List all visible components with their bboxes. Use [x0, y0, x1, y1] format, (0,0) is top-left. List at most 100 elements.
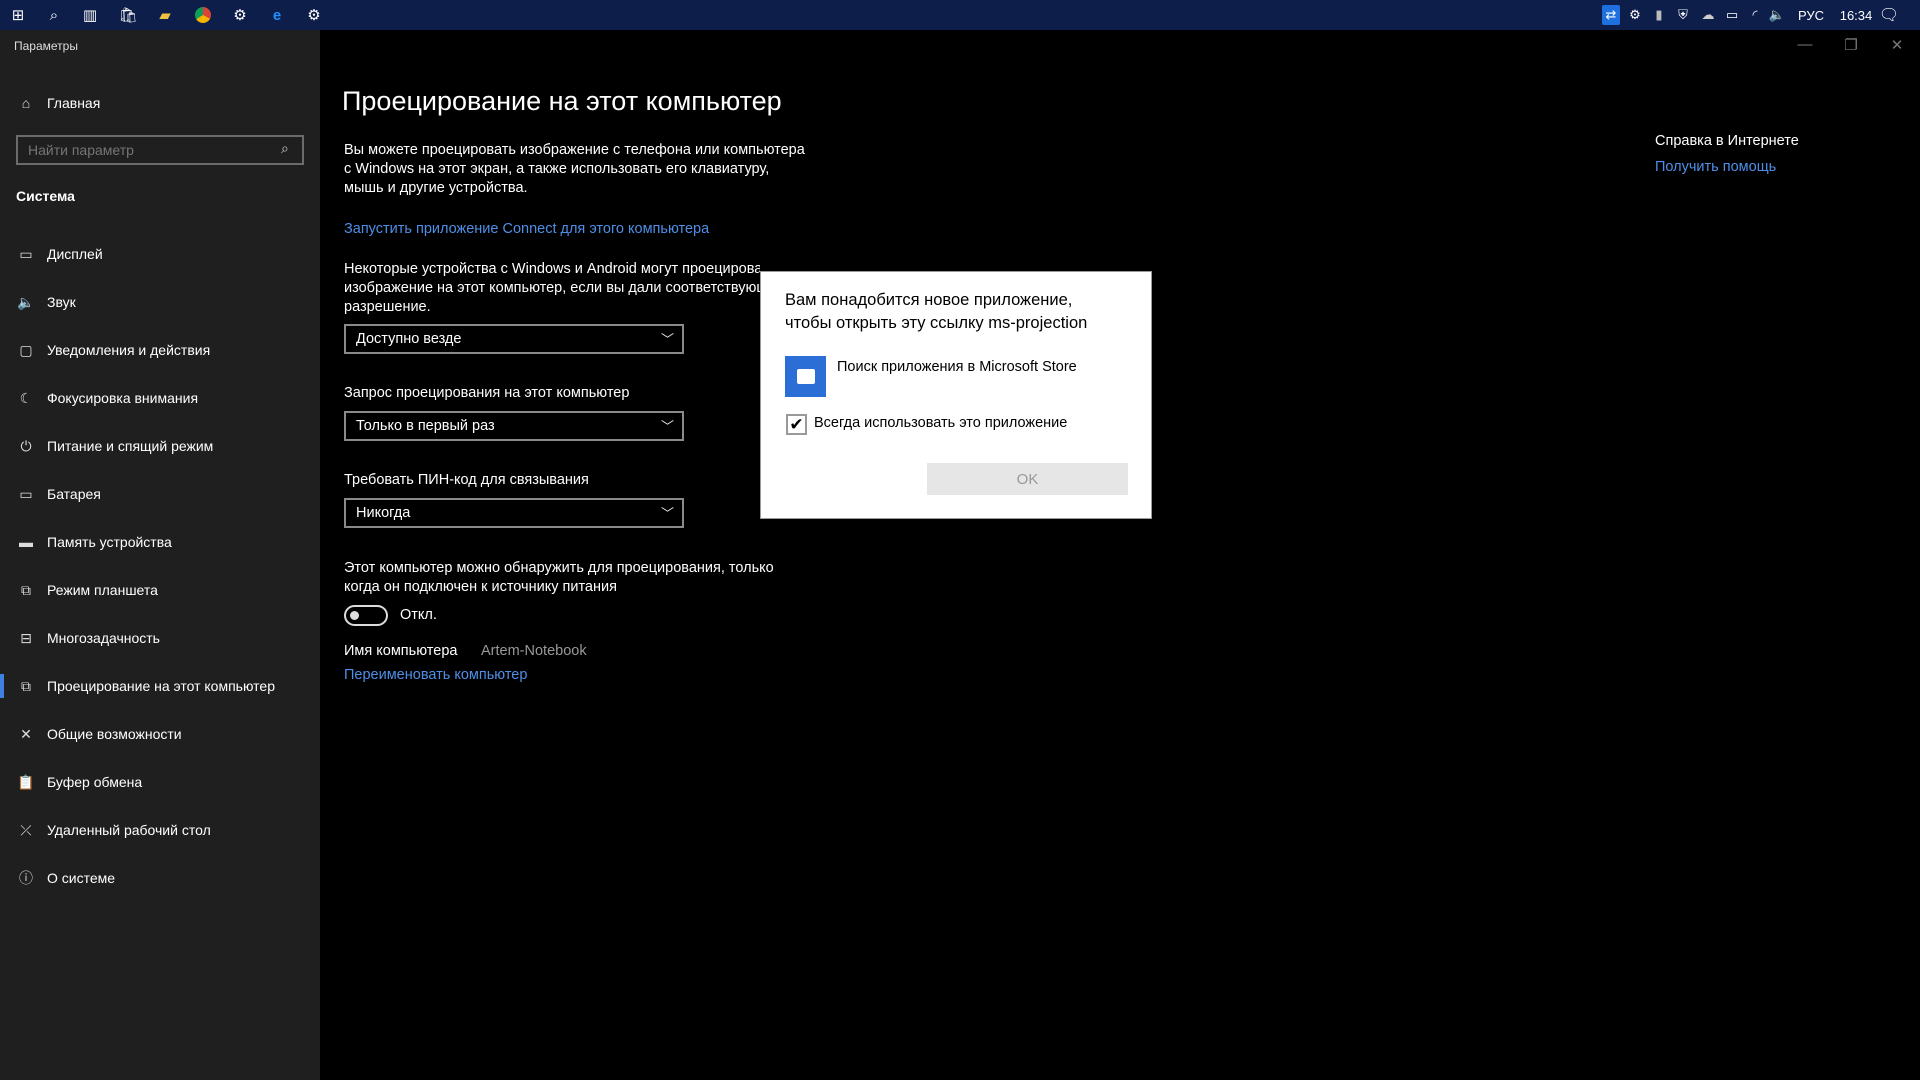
sidebar-item-battery[interactable]: ▭ Батарея: [0, 474, 320, 514]
ok-button[interactable]: OK: [927, 463, 1128, 495]
chevron-down-icon: ﹀: [660, 332, 674, 347]
sidebar-item-home[interactable]: ⌂ Главная: [0, 83, 320, 123]
discover-text: Этот компьютер можно обнаружить для прое…: [344, 559, 774, 597]
paragraph-line: изображение на этот компьютер, если вы д…: [344, 280, 760, 296]
description-line: мышь и другие устройства.: [344, 180, 528, 196]
sidebar-item-label: Удаленный рабочий стол: [47, 822, 211, 838]
volume-icon[interactable]: 🔈: [1768, 5, 1786, 25]
store-icon[interactable]: 🛍: [116, 3, 140, 27]
sidebar-item-label: Фокусировка внимания: [47, 390, 199, 406]
page-title: Проецирование на этот компьютер: [342, 86, 782, 116]
window-title: Параметры: [14, 39, 78, 53]
restore-button[interactable]: ❐: [1836, 36, 1866, 56]
storage-icon: ▬: [19, 534, 33, 550]
chevron-down-icon: ﹀: [660, 506, 674, 521]
chrome-icon[interactable]: [191, 3, 215, 27]
description-line: с Windows на этот экран, а также использ…: [344, 161, 770, 177]
pc-name-value: Artem-Notebook: [481, 643, 587, 659]
wifi-icon[interactable]: ◜: [1746, 5, 1764, 25]
sidebar-item-label: Многозадачность: [47, 630, 160, 646]
get-help-link[interactable]: Получить помощь: [1655, 159, 1776, 175]
connect-app-link[interactable]: Запустить приложение Connect для этого к…: [344, 221, 709, 237]
sidebar-item-label: Звук: [47, 294, 76, 310]
close-button[interactable]: ✕: [1882, 36, 1912, 56]
search-input[interactable]: [16, 135, 304, 165]
info-icon: ⓘ: [19, 870, 33, 886]
clipboard-icon: 📋: [17, 773, 35, 790]
steam-icon[interactable]: ⚙: [228, 3, 252, 27]
action-center-icon[interactable]: 🗨: [1878, 5, 1900, 25]
search-icon[interactable]: ⌕: [281, 140, 289, 157]
dropdown-value: Никогда: [356, 505, 411, 521]
onedrive-icon[interactable]: ☁: [1698, 5, 1718, 25]
toggle-knob: [350, 611, 359, 620]
sidebar-item-storage[interactable]: ▬ Память устройства: [0, 522, 320, 562]
home-icon: ⌂: [21, 95, 31, 111]
projecting-icon: ⧉: [21, 677, 31, 694]
sidebar-item-display[interactable]: ▭ Дисплей: [0, 234, 320, 274]
availability-dropdown[interactable]: Доступно везде ﹀: [344, 324, 684, 354]
minimize-button[interactable]: —: [1790, 36, 1820, 56]
battery-icon[interactable]: ▭: [1722, 5, 1742, 25]
sidebar-item-focus-moon[interactable]: ☾ Фокусировка внимания: [0, 378, 320, 418]
toggle-state: Откл.: [400, 607, 437, 623]
pin-label: Требовать ПИН-код для связывания: [344, 472, 589, 488]
sidebar-item-label: Общие возможности: [47, 726, 182, 742]
file-explorer-icon[interactable]: ▰: [153, 3, 177, 27]
teamviewer-icon[interactable]: ⇄: [1602, 5, 1620, 25]
power-icon: ⏻: [20, 437, 32, 454]
sidebar-item-label: Батарея: [47, 486, 101, 502]
description: Вы можете проецировать изображение с тел…: [344, 141, 805, 198]
usb-icon[interactable]: ▮: [1650, 5, 1668, 25]
task-view-icon[interactable]: ▥: [78, 3, 102, 27]
edge-icon[interactable]: e: [265, 3, 289, 27]
request-label: Запрос проецирования на этот компьютер: [344, 385, 630, 401]
sidebar-item-label: Буфер обмена: [47, 774, 143, 790]
open-with-dialog: Вам понадобится новое приложение, чтобы …: [760, 271, 1152, 519]
rename-pc-link[interactable]: Переименовать компьютер: [344, 667, 527, 683]
defender-icon[interactable]: ⛨: [1674, 5, 1692, 25]
dropdown-value: Только в первый раз: [356, 418, 495, 434]
windows-start-icon[interactable]: ⊞: [6, 3, 30, 27]
always-use-checkbox[interactable]: ✔: [786, 414, 807, 435]
store-search-option[interactable]: Поиск приложения в Microsoft Store: [785, 356, 1150, 398]
pin-dropdown[interactable]: Никогда ﹀: [344, 498, 684, 528]
sidebar-item-projecting[interactable]: ⧉ Проецирование на этот компьютер: [0, 666, 320, 706]
permission-paragraph: Некоторые устройства с Windows и Android…: [344, 260, 760, 317]
sidebar-item-sound[interactable]: 🔈 Звук: [0, 282, 320, 322]
paragraph-line: разрешение.: [344, 299, 431, 315]
focus-moon-icon: ☾: [19, 389, 33, 406]
sidebar-item-clipboard[interactable]: 📋 Буфер обмена: [0, 762, 320, 802]
chevron-down-icon: ﹀: [660, 419, 674, 434]
sidebar-item-notifications[interactable]: ▢ Уведомления и действия: [0, 330, 320, 370]
dialog-title: Вам понадобится новое приложение, чтобы …: [785, 289, 1087, 335]
checkbox-label: Всегда использовать это приложение: [814, 415, 1068, 431]
sidebar-item-shared-experiences[interactable]: ✕ Общие возможности: [0, 714, 320, 754]
sidebar-item-remote-desktop[interactable]: ⤫ Удаленный рабочий стол: [0, 810, 320, 850]
sidebar-item-power[interactable]: ⏻ Питание и спящий режим: [0, 426, 320, 466]
request-dropdown[interactable]: Только в первый раз ﹀: [344, 411, 684, 441]
sidebar-item-info[interactable]: ⓘ О системе: [0, 858, 320, 898]
language-indicator[interactable]: РУС: [1796, 5, 1826, 25]
sidebar-item-label: Режим планшета: [47, 582, 158, 598]
battery-icon: ▭: [19, 485, 33, 502]
steam-tray-icon[interactable]: ⚙: [1626, 5, 1644, 25]
sidebar-item-label: Память устройства: [47, 534, 172, 550]
discover-line: Этот компьютер можно обнаружить для прое…: [344, 560, 774, 576]
notifications-icon: ▢: [19, 341, 33, 358]
sidebar-item-tablet[interactable]: ⧉ Режим планшета: [0, 570, 320, 610]
dialog-title-line: чтобы открыть эту ссылку ms-projection: [785, 314, 1088, 332]
settings-icon[interactable]: ⚙: [302, 3, 326, 27]
search-icon[interactable]: ⌕: [42, 3, 66, 27]
sidebar-item-label: Уведомления и действия: [47, 342, 211, 358]
sidebar-section-title: Система: [16, 188, 75, 204]
power-toggle[interactable]: [344, 605, 388, 626]
sidebar-item-label: Главная: [47, 95, 101, 111]
taskbar: ⊞ ⌕ ▥ 🛍 ▰ ⚙ e ⚙ ⇄ ⚙ ▮ ⛨ ☁ ▭ ◜ 🔈 РУС 16:3…: [0, 0, 1920, 30]
store-icon: [785, 356, 826, 397]
clock[interactable]: 16:34: [1836, 5, 1876, 25]
display-icon: ▭: [19, 245, 33, 262]
sidebar-item-label: О системе: [47, 870, 116, 886]
sidebar-item-multitasking[interactable]: ⊟ Многозадачность: [0, 618, 320, 658]
pc-name-label: Имя компьютера: [344, 643, 458, 659]
